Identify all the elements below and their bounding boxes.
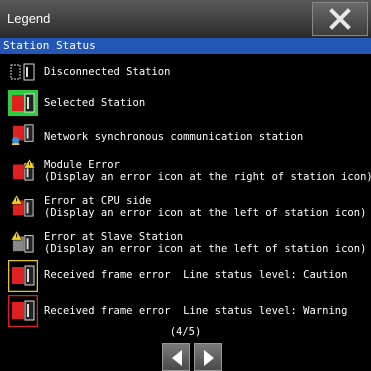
close-icon: [329, 8, 351, 30]
legend-item-note: (Display an error icon at the right of s…: [44, 171, 371, 183]
selected-station-icon: [8, 90, 38, 116]
legend-item-label: Received frame error Line status level: …: [44, 305, 348, 317]
caution-station-icon: [8, 260, 38, 292]
cpu-error-station-icon: [10, 195, 34, 217]
legend-item-note: (Display an error icon at the left of st…: [44, 243, 367, 255]
slave-error-station-icon: [10, 231, 34, 253]
section-label: Station Status: [3, 39, 96, 52]
legend-item-note: (Display an error icon at the left of st…: [44, 207, 367, 219]
network-sync-station-icon: [11, 124, 34, 145]
legend-item-label: Module Error: [44, 159, 120, 171]
close-button[interactable]: [312, 2, 368, 36]
legend-item-slave-error: Error at Slave Station (Display an error…: [0, 228, 371, 258]
module-error-station-icon: [12, 159, 36, 181]
page-indicator: (4/5): [169, 326, 202, 338]
prev-page-button[interactable]: [162, 343, 190, 371]
triangle-right-icon: [204, 350, 214, 366]
section-header: Station Status: [0, 38, 371, 54]
legend-item-network-sync: Network synchronous communication statio…: [0, 122, 371, 150]
legend-item-selected: Selected Station: [0, 88, 371, 116]
title-bar: Legend: [0, 0, 371, 38]
legend-item-label: Received frame error Line status level: …: [44, 269, 348, 281]
legend-item-label: Selected Station: [44, 97, 146, 109]
legend-item-disconnected: Disconnected Station: [0, 60, 371, 84]
legend-item-label: Network synchronous communication statio…: [44, 131, 304, 143]
legend-item-label: Disconnected Station: [44, 66, 171, 78]
legend-item-label: Error at CPU side: [44, 195, 152, 207]
legend-item-frame-error-warning: Received frame error Line status level: …: [0, 295, 371, 327]
legend-item-cpu-error: Error at CPU side (Display an error icon…: [0, 192, 371, 222]
disconnected-station-icon: [10, 63, 35, 81]
triangle-left-icon: [172, 350, 182, 366]
legend-item-module-error: Module Error (Display an error icon at t…: [0, 156, 371, 186]
next-page-button[interactable]: [194, 343, 222, 371]
warning-station-icon: [8, 295, 38, 327]
legend-item-frame-error-caution: Received frame error Line status level: …: [0, 260, 371, 292]
window-title: Legend: [7, 11, 51, 26]
legend-item-label: Error at Slave Station: [44, 231, 184, 243]
